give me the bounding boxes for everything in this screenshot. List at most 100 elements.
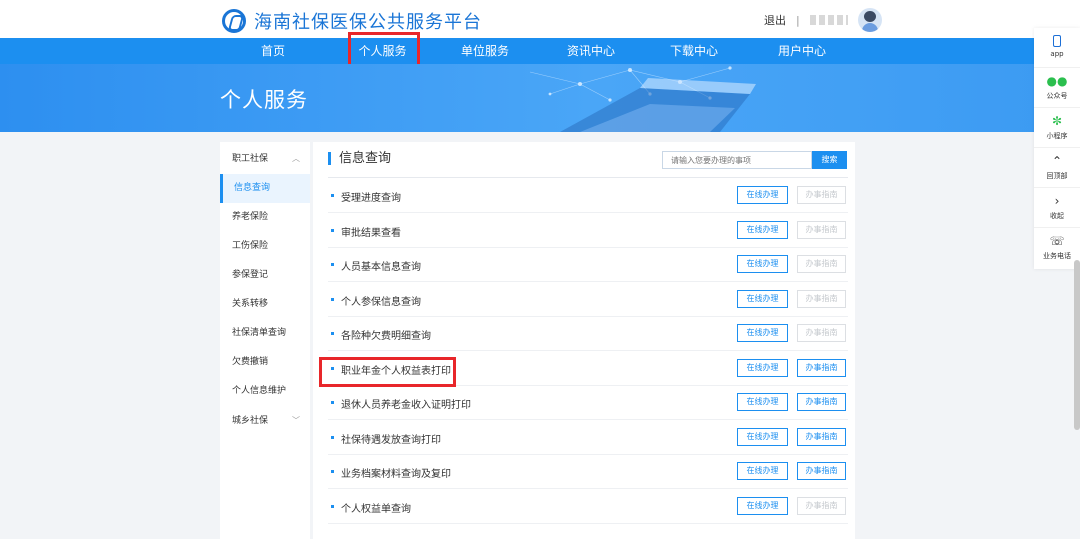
float-label: 小程序 bbox=[1046, 132, 1068, 140]
service-row: 社保待遇发放查询打印 在线办理 办事指南 bbox=[328, 421, 848, 455]
logout-link[interactable]: 退出 bbox=[764, 12, 786, 28]
search-button[interactable]: 搜索 bbox=[812, 151, 847, 169]
service-guide-button: 办事指南 bbox=[797, 186, 846, 204]
service-label[interactable]: 审批结果查看 bbox=[341, 224, 401, 239]
nav-home[interactable]: 首页 bbox=[238, 38, 308, 64]
service-label[interactable]: 个人权益单查询 bbox=[341, 500, 411, 515]
float-label: 收起 bbox=[1050, 212, 1064, 220]
service-row: 退休人员养老金收入证明打印 在线办理 办事指南 bbox=[328, 386, 848, 420]
service-guide-button[interactable]: 办事指南 bbox=[797, 393, 846, 411]
service-guide-button[interactable]: 办事指南 bbox=[797, 462, 846, 480]
sidebar-item-personal-info[interactable]: 个人信息维护 bbox=[220, 377, 310, 406]
online-handle-button[interactable]: 在线办理 bbox=[737, 324, 788, 342]
sidebar-item-transfer[interactable]: 关系转移 bbox=[220, 290, 310, 319]
online-handle-button[interactable]: 在线办理 bbox=[737, 186, 788, 204]
chevron-up-icon: ︿ bbox=[292, 154, 300, 163]
service-guide-button: 办事指南 bbox=[797, 220, 846, 239]
nav-user-center[interactable]: 用户中心 bbox=[767, 38, 837, 64]
main-nav: 首页 个人服务 单位服务 资讯中心 下载中心 用户中心 bbox=[0, 38, 1080, 64]
bullet-icon bbox=[331, 228, 334, 232]
sidebar-item-statement-query[interactable]: 社保清单查询 bbox=[220, 319, 310, 348]
float-mini-program[interactable]: ✼ 小程序 bbox=[1034, 108, 1080, 148]
service-guide-button[interactable]: 办事指南 bbox=[797, 427, 846, 446]
service-row: 个人权益单查询 在线办理 办事指南 bbox=[328, 490, 848, 524]
service-label[interactable]: 人员基本信息查询 bbox=[341, 258, 421, 273]
service-label[interactable]: 受理进度查询 bbox=[341, 189, 401, 204]
bullet-icon bbox=[331, 297, 334, 301]
service-label[interactable]: 社保待遇发放查询打印 bbox=[341, 431, 441, 446]
sidebar-item-pension-insurance[interactable]: 养老保险 bbox=[220, 203, 310, 232]
top-header: 海南社保医保公共服务平台 退出 | bbox=[0, 0, 1080, 38]
avatar[interactable] bbox=[857, 8, 882, 32]
sidebar-item-enrollment[interactable]: 参保登记 bbox=[220, 261, 310, 290]
mini-program-icon: ✼ bbox=[1051, 114, 1063, 128]
sidebar-item-arrears-cancel[interactable]: 欠费撤销 bbox=[220, 348, 310, 377]
service-guide-button[interactable]: 办事指南 bbox=[797, 358, 846, 377]
chevron-up-icon: ⌃ bbox=[1051, 154, 1063, 168]
service-label[interactable]: 个人参保信息查询 bbox=[341, 293, 421, 308]
service-guide-button: 办事指南 bbox=[797, 496, 846, 515]
main-panel: 信息查询 搜索 受理进度查询在线办理办事指南审批结果查看在线办理办事指南人员基本… bbox=[313, 142, 855, 539]
sidebar-item-info-query[interactable]: 信息查询 bbox=[220, 174, 310, 203]
service-row: 业务档案材料查询及复印 在线办理 办事指南 bbox=[328, 455, 848, 489]
online-handle-button[interactable]: 在线办理 bbox=[737, 496, 788, 515]
service-row: 审批结果查看 在线办理 办事指南 bbox=[328, 214, 848, 248]
page-scrollbar[interactable] bbox=[1074, 260, 1080, 430]
float-label: app bbox=[1050, 50, 1064, 58]
service-guide-button: 办事指南 bbox=[797, 255, 846, 273]
service-row: 各险种欠费明细查询 在线办理 办事指南 bbox=[328, 317, 848, 351]
sidebar-group-employee-social-security[interactable]: 职工社保 ︿ bbox=[220, 144, 310, 174]
nav-download-center[interactable]: 下载中心 bbox=[659, 38, 729, 64]
panel-title: 信息查询 bbox=[328, 152, 391, 165]
service-guide-button: 办事指南 bbox=[797, 324, 846, 342]
separator: | bbox=[796, 13, 800, 27]
online-handle-button[interactable]: 在线办理 bbox=[737, 255, 788, 273]
site-logo[interactable]: 海南社保医保公共服务平台 bbox=[222, 8, 482, 34]
page-banner: 个人服务 bbox=[0, 64, 1080, 132]
nav-unit-service[interactable]: 单位服务 bbox=[450, 38, 520, 64]
sidebar-group-label: 城乡社保 bbox=[232, 416, 269, 426]
sidebar-group-urban-rural-social-security[interactable]: 城乡社保 ﹀ bbox=[220, 406, 310, 436]
search-input[interactable] bbox=[662, 151, 812, 169]
bullet-icon bbox=[331, 332, 334, 335]
floating-toolbar: app ●● 公众号 ✼ 小程序 ⌃ 回顶部 › 收起 ☏ 业务电话 bbox=[1034, 28, 1080, 269]
bullet-icon bbox=[331, 401, 334, 404]
float-official-account[interactable]: ●● 公众号 bbox=[1034, 68, 1080, 108]
chevron-right-icon: › bbox=[1054, 194, 1060, 208]
service-row: 受理进度查询 在线办理 办事指南 bbox=[328, 179, 848, 213]
float-back-to-top[interactable]: ⌃ 回顶部 bbox=[1034, 148, 1080, 188]
float-label: 公众号 bbox=[1046, 92, 1068, 100]
bullet-icon bbox=[331, 435, 334, 439]
site-title: 海南社保医保公共服务平台 bbox=[254, 12, 482, 33]
nav-news-center[interactable]: 资讯中心 bbox=[556, 38, 626, 64]
bullet-icon bbox=[331, 194, 334, 197]
bullet-icon bbox=[331, 470, 334, 473]
float-app[interactable]: app bbox=[1034, 28, 1080, 68]
service-label[interactable]: 业务档案材料查询及复印 bbox=[341, 465, 451, 480]
telephone-icon: ☏ bbox=[1049, 234, 1065, 248]
banner-title: 个人服务 bbox=[220, 88, 308, 112]
online-handle-button[interactable]: 在线办理 bbox=[737, 393, 788, 411]
online-handle-button[interactable]: 在线办理 bbox=[737, 289, 788, 308]
sidebar-group-label: 职工社保 bbox=[232, 154, 269, 164]
online-handle-button[interactable]: 在线办理 bbox=[737, 358, 788, 377]
online-handle-button[interactable]: 在线办理 bbox=[737, 462, 788, 480]
user-area: 退出 | bbox=[764, 8, 882, 32]
sidebar-item-injury-insurance[interactable]: 工伤保险 bbox=[220, 232, 310, 261]
chevron-down-icon: ﹀ bbox=[292, 416, 300, 425]
bullet-icon bbox=[331, 504, 334, 508]
service-label[interactable]: 各险种欠费明细查询 bbox=[341, 327, 431, 342]
float-collapse[interactable]: › 收起 bbox=[1034, 188, 1080, 228]
service-row: 个人参保信息查询 在线办理 办事指南 bbox=[328, 283, 848, 317]
service-label[interactable]: 退休人员养老金收入证明打印 bbox=[341, 396, 471, 411]
phone-icon bbox=[1053, 35, 1061, 47]
banner-laptop-illustration bbox=[529, 66, 756, 132]
bullet-icon bbox=[331, 263, 334, 266]
float-label: 业务电话 bbox=[1043, 252, 1071, 260]
online-handle-button[interactable]: 在线办理 bbox=[737, 220, 788, 239]
service-row: 人员基本信息查询 在线办理 办事指南 bbox=[328, 248, 848, 282]
online-handle-button[interactable]: 在线办理 bbox=[737, 427, 788, 446]
logo-icon bbox=[222, 9, 246, 33]
sidebar: 职工社保 ︿ 信息查询 养老保险 工伤保险 参保登记 关系转移 社保清单查询 欠… bbox=[220, 142, 310, 539]
divider bbox=[328, 177, 848, 178]
